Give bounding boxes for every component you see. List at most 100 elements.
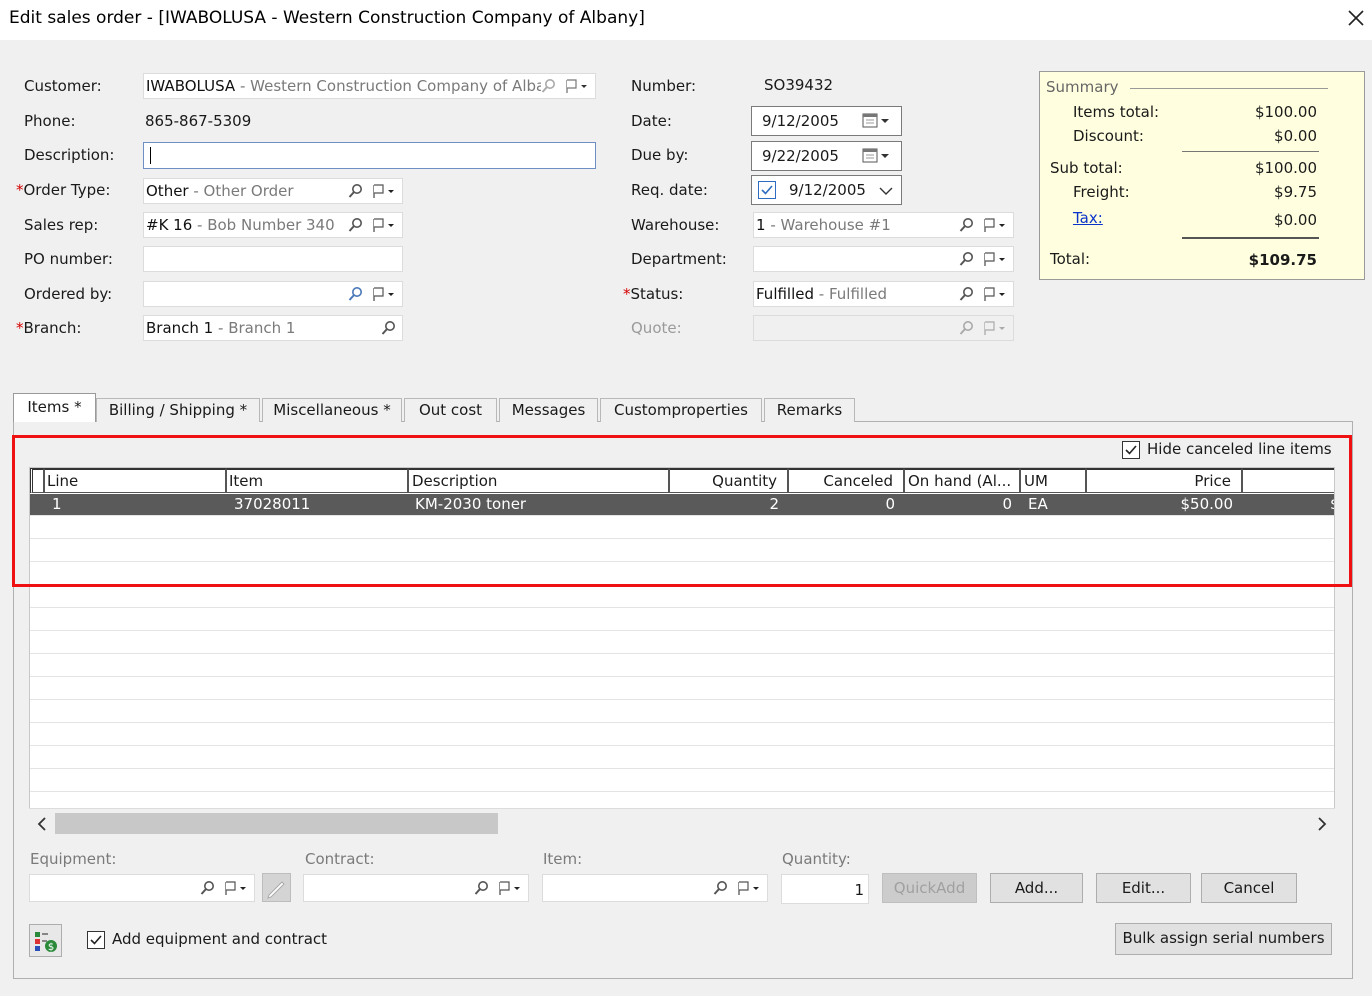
- add-equipment-label: Add equipment and contract: [112, 930, 328, 948]
- department-field[interactable]: [753, 246, 1014, 272]
- search-icon[interactable]: [959, 286, 974, 302]
- table-row-empty[interactable]: [30, 563, 1334, 585]
- req-date-checkbox[interactable]: [758, 181, 776, 199]
- table-row-empty[interactable]: [30, 517, 1334, 539]
- tab-customproperties[interactable]: Customproperties: [600, 398, 762, 422]
- table-row-empty[interactable]: [30, 678, 1334, 700]
- flag-dropdown-icon[interactable]: [223, 880, 249, 896]
- search-icon[interactable]: [381, 320, 396, 336]
- tab-items[interactable]: Items *: [13, 393, 96, 422]
- table-row-empty[interactable]: [30, 586, 1334, 608]
- sales-rep-label: Sales rep:: [24, 216, 99, 234]
- flag-dropdown-icon[interactable]: [564, 78, 590, 94]
- due-by-picker[interactable]: 9/22/2005: [751, 141, 902, 171]
- req-date-picker[interactable]: 9/12/2005: [751, 175, 902, 205]
- quickadd-button[interactable]: QuickAdd: [882, 873, 977, 903]
- tax-link[interactable]: Tax:: [1073, 209, 1103, 227]
- item-field[interactable]: [542, 874, 768, 902]
- horizontal-scrollbar[interactable]: [29, 808, 1335, 838]
- quantity-input[interactable]: 1: [781, 874, 869, 904]
- pricing-icon[interactable]: $: [29, 924, 62, 957]
- tab-remarks[interactable]: Remarks: [764, 398, 855, 422]
- tab-billing-shipping[interactable]: Billing / Shipping *: [96, 398, 260, 422]
- description-input[interactable]: [143, 142, 596, 169]
- tab-messages[interactable]: Messages: [499, 398, 598, 422]
- search-icon[interactable]: [959, 251, 974, 267]
- tab-label: Messages: [511, 401, 586, 419]
- table-row-empty[interactable]: [30, 540, 1334, 562]
- tab-miscellaneous[interactable]: Miscellaneous *: [262, 398, 402, 422]
- column-header-quantity[interactable]: Quantity: [669, 468, 788, 493]
- req-date-value: 9/12/2005: [789, 181, 866, 199]
- calendar-icon[interactable]: [862, 147, 892, 165]
- scroll-left-icon[interactable]: [37, 817, 47, 835]
- flag-dropdown-icon[interactable]: [982, 251, 1008, 267]
- column-header-price[interactable]: Price: [1086, 468, 1242, 493]
- table-row-empty[interactable]: [30, 609, 1334, 631]
- table-row-empty[interactable]: [30, 724, 1334, 746]
- flag-dropdown-icon[interactable]: [982, 217, 1008, 233]
- branch-field[interactable]: Branch 1 - Branch 1: [143, 315, 403, 341]
- required-mark: *: [16, 319, 24, 337]
- warehouse-field[interactable]: 1 - Warehouse #1: [753, 212, 1014, 238]
- column-header-line[interactable]: Line: [44, 468, 226, 493]
- flag-dropdown-icon[interactable]: [371, 183, 397, 199]
- flag-dropdown-icon[interactable]: [736, 880, 762, 896]
- chevron-down-icon[interactable]: [879, 183, 893, 201]
- status-label: *Status:: [623, 285, 683, 303]
- column-header-next[interactable]: [1242, 468, 1334, 493]
- add-button[interactable]: Add...: [990, 873, 1083, 903]
- search-icon[interactable]: [541, 78, 556, 94]
- flag-dropdown-icon[interactable]: [371, 286, 397, 302]
- date-picker[interactable]: 9/12/2005: [751, 106, 902, 136]
- sales-rep-field[interactable]: #K 16 - Bob Number 340: [143, 212, 403, 238]
- equipment-field[interactable]: [29, 874, 255, 902]
- column-header-description[interactable]: Description: [408, 468, 669, 493]
- search-icon[interactable]: [474, 880, 489, 896]
- items-total-value: $100.00: [1254, 103, 1317, 121]
- ordered-by-field[interactable]: [143, 281, 403, 307]
- column-header-canceled[interactable]: Canceled: [788, 468, 904, 493]
- search-icon[interactable]: [713, 880, 728, 896]
- column-header-item[interactable]: Item: [226, 468, 408, 493]
- customer-field[interactable]: IWABOLUSA - Western Construction Company…: [143, 73, 596, 99]
- table-row-empty[interactable]: [30, 655, 1334, 677]
- calendar-icon[interactable]: [862, 112, 892, 130]
- table-row-empty[interactable]: [30, 632, 1334, 654]
- search-icon[interactable]: [959, 217, 974, 233]
- flag-dropdown-icon[interactable]: [371, 217, 397, 233]
- table-row-empty[interactable]: [30, 701, 1334, 723]
- column-header-on-hand[interactable]: On hand (Al...: [904, 468, 1020, 493]
- flag-dropdown-icon[interactable]: [497, 880, 523, 896]
- table-row-empty[interactable]: [30, 770, 1334, 792]
- po-number-label: PO number:: [24, 250, 113, 268]
- edit-pencil-icon[interactable]: [262, 873, 291, 902]
- scroll-right-icon[interactable]: [1317, 817, 1327, 835]
- edit-button[interactable]: Edit...: [1096, 873, 1191, 903]
- flag-dropdown-icon[interactable]: [982, 286, 1008, 302]
- column-header-um[interactable]: UM: [1020, 468, 1086, 493]
- search-icon[interactable]: [200, 880, 215, 896]
- table-row-empty[interactable]: [30, 747, 1334, 769]
- status-field[interactable]: Fulfilled - Fulfilled: [753, 281, 1014, 307]
- close-icon[interactable]: [1346, 8, 1366, 28]
- scrollbar-thumb[interactable]: [55, 813, 498, 834]
- sales-rep-code: #K 16: [146, 216, 193, 234]
- search-icon[interactable]: [348, 217, 363, 233]
- freight-label: Freight:: [1073, 183, 1130, 201]
- line-items-grid[interactable]: Line Item Description Quantity Canceled …: [29, 467, 1335, 838]
- bulk-assign-serial-numbers-button[interactable]: Bulk assign serial numbers: [1115, 923, 1332, 955]
- tab-out-cost[interactable]: Out cost: [404, 398, 497, 422]
- contract-field[interactable]: [303, 874, 529, 902]
- branch-sep: -: [213, 319, 229, 337]
- add-equipment-checkbox[interactable]: [87, 931, 105, 949]
- table-row[interactable]: 1 37028011 KM-2030 toner 2 0 0 EA $50.00…: [30, 494, 1334, 516]
- cell-quantity: 2: [769, 495, 779, 513]
- item-label: Item:: [543, 850, 583, 868]
- order-type-field[interactable]: Other - Other Order: [143, 178, 403, 204]
- cancel-button[interactable]: Cancel: [1201, 873, 1297, 903]
- search-icon[interactable]: [348, 183, 363, 199]
- contact-search-icon[interactable]: [348, 286, 363, 302]
- hide-canceled-checkbox[interactable]: [1122, 441, 1140, 459]
- po-number-input[interactable]: [143, 246, 403, 272]
